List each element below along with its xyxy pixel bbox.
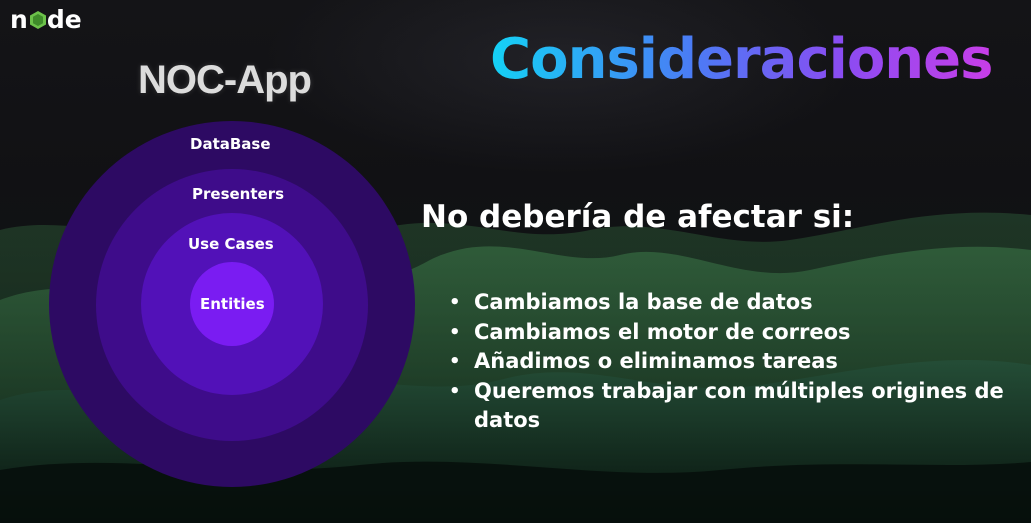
bullet-item: • Queremos trabajar con múltiples origine… — [447, 377, 1017, 436]
node-hexagon-icon — [29, 11, 46, 29]
bullet-item: • Cambiamos el motor de correos — [447, 318, 1017, 348]
presenters-label: Presenters — [192, 185, 285, 203]
slide-title: Consideraciones — [490, 22, 993, 98]
bullet-item: • Añadimos o eliminamos tareas — [447, 347, 1017, 377]
app-name: NOC-App — [138, 58, 312, 102]
bullet-dot: • — [449, 380, 461, 402]
logo-text-right: de — [46, 5, 82, 34]
bullet-text: Añadimos o eliminamos tareas — [474, 349, 838, 373]
bullet-list: • Cambiamos la base de datos • Cambiamos e… — [447, 288, 1017, 436]
entities-label: Entities — [200, 295, 265, 313]
subheading: No debería de afectar si: — [421, 199, 855, 235]
bullet-dot: • — [449, 321, 461, 343]
slide: n de Consideraciones NOC-App DataBase Pr… — [0, 0, 1031, 523]
logo-text-left: n — [10, 5, 28, 34]
bullet-dot: • — [449, 351, 461, 372]
database-label: DataBase — [190, 135, 271, 153]
node-logo: n de — [10, 6, 82, 34]
bullet-dot: • — [449, 292, 461, 313]
bullet-text: Queremos trabajar con múltiples origines… — [474, 378, 1004, 433]
bullet-item: • Cambiamos la base de datos — [447, 288, 1017, 318]
bullet-text: Cambiamos la base de datos — [474, 290, 813, 314]
bullet-text: Cambiamos el motor de correos — [474, 319, 851, 344]
use-cases-label: Use Cases — [188, 235, 274, 253]
